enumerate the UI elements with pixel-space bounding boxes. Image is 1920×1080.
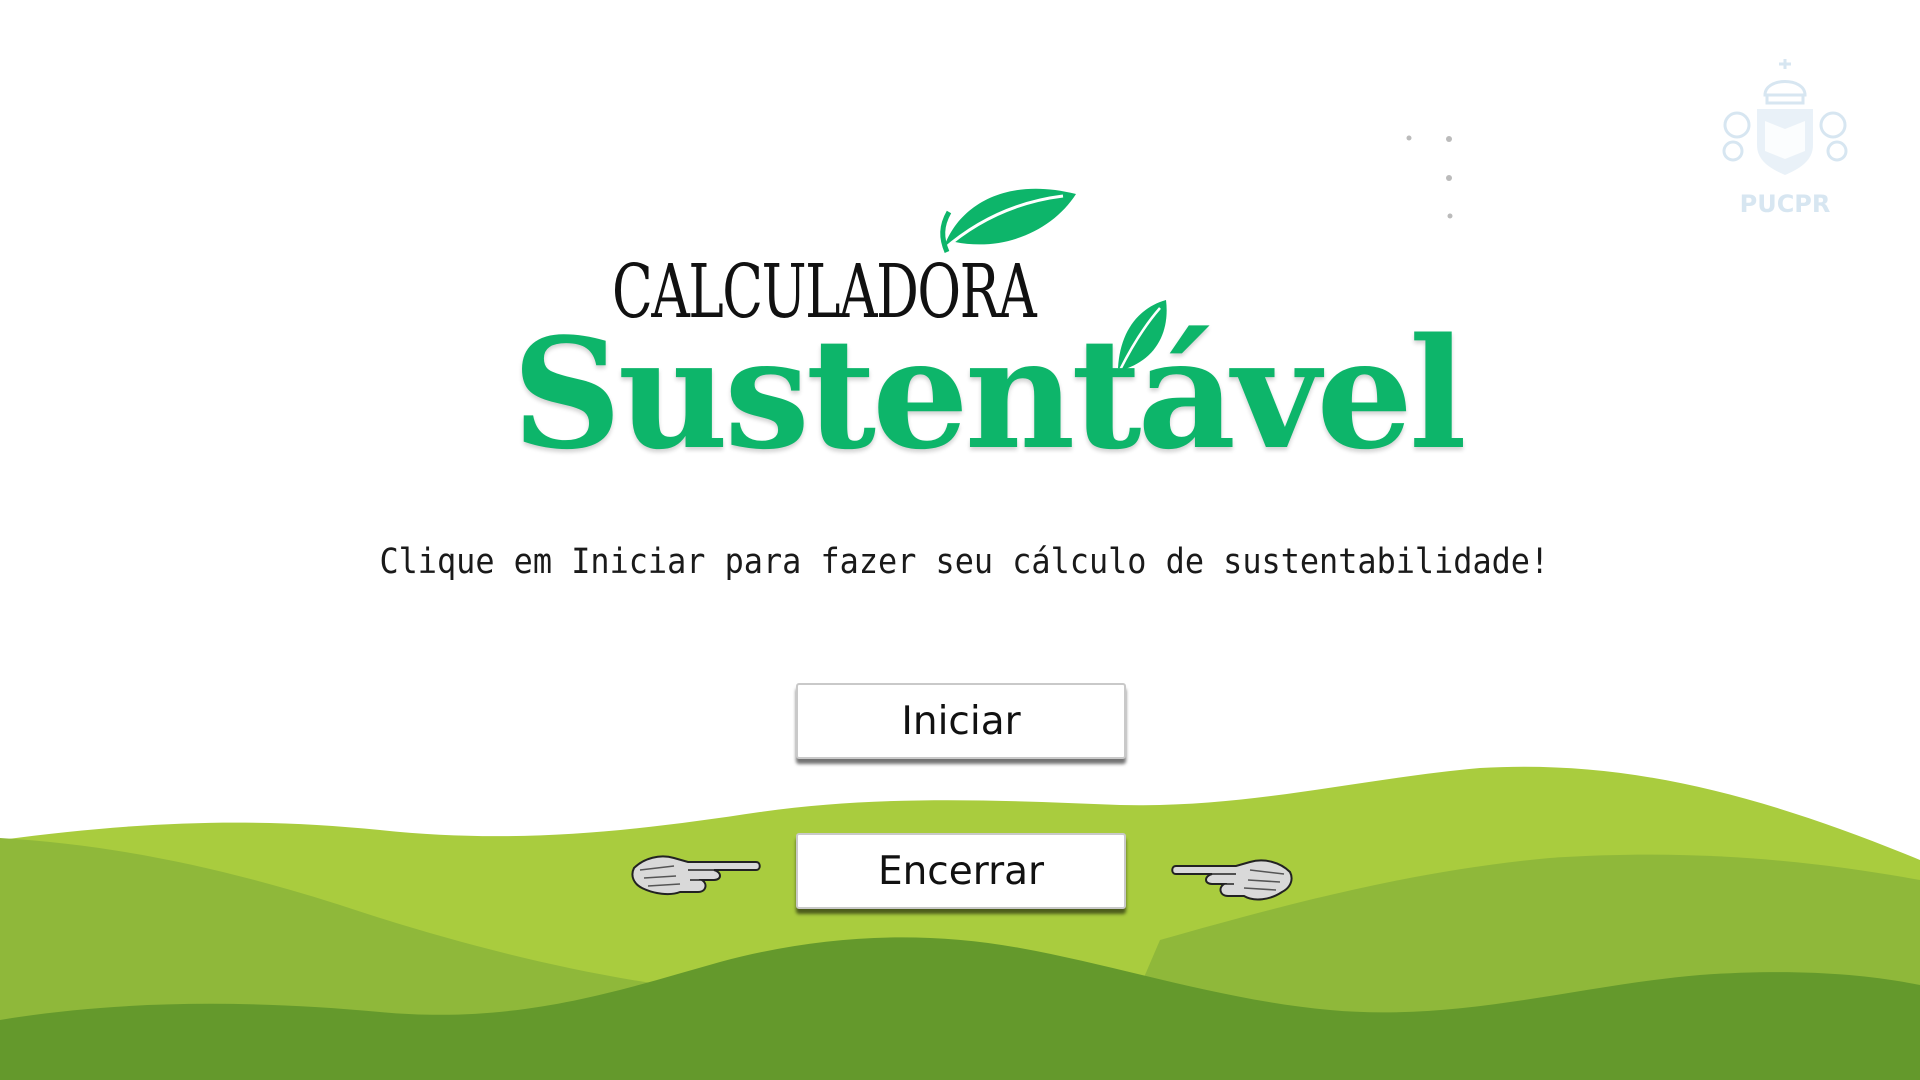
instruction-text: Clique em Iniciar para fazer seu cálculo… [379,542,1550,582]
exit-button[interactable]: Encerrar [796,833,1126,909]
start-screen: CALCULADORA Sustentável Clique em Inicia… [0,0,1920,1080]
pucpr-seal: PUCPR [1715,55,1855,225]
seal-label: PUCPR [1739,190,1831,218]
pointing-hand-left-icon [1171,859,1293,901]
logo-wordmark: Sustentável [512,304,1467,483]
pointing-hand-right-icon [631,855,761,896]
leaf-icon [940,188,1076,253]
decorative-dots [1406,135,1453,219]
hills-background [0,766,1920,1080]
start-button[interactable]: Iniciar [796,683,1126,759]
pucpr-crest-icon [1722,59,1848,175]
